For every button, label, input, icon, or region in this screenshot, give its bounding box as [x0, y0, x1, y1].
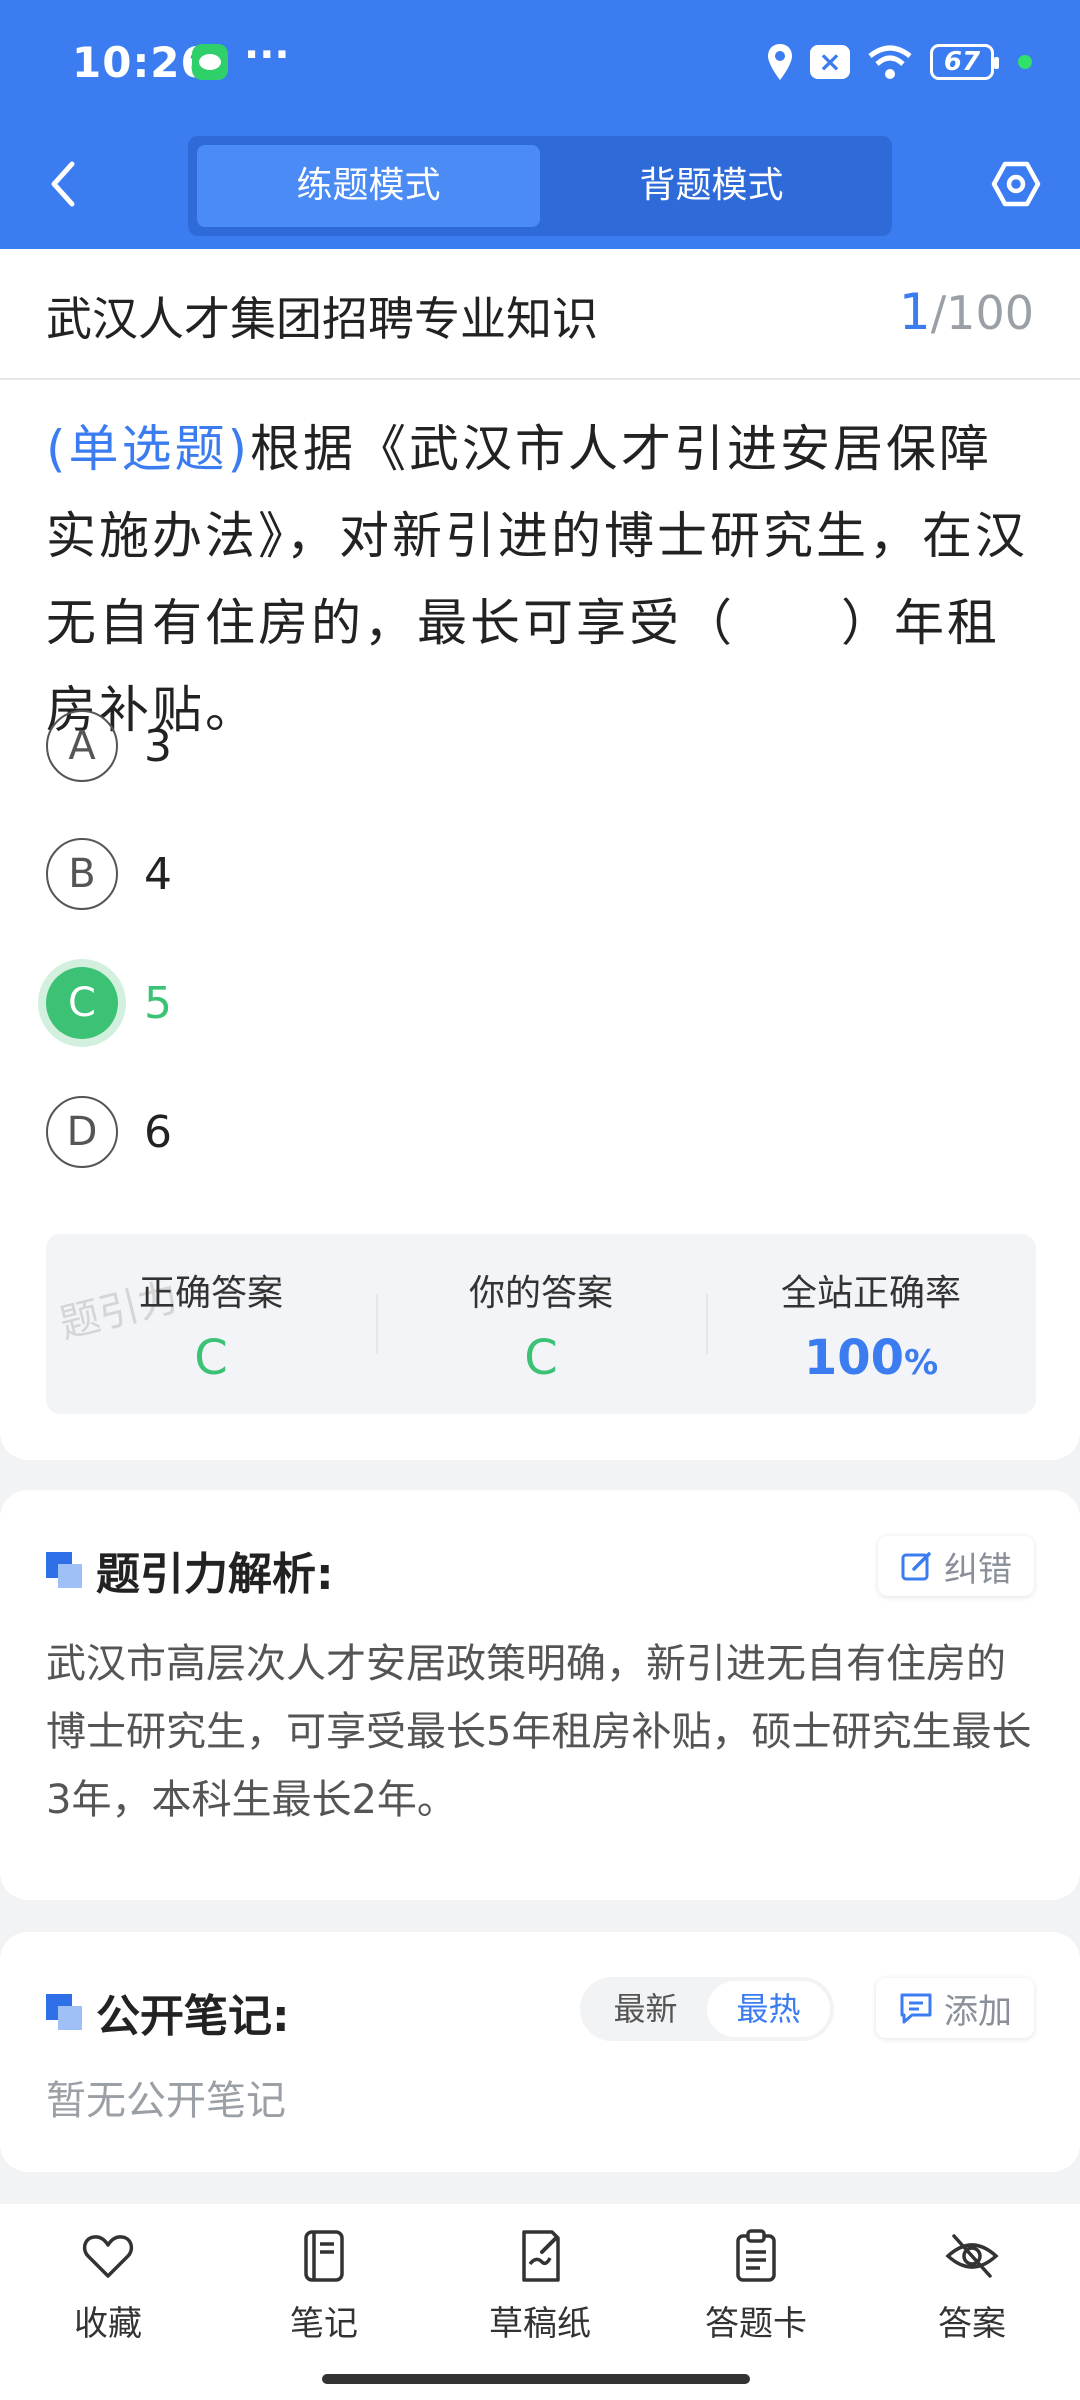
add-note-button[interactable]: 添加	[876, 1978, 1034, 2038]
notification-x-icon: ×	[810, 45, 850, 79]
accuracy-rate-number: 100	[803, 1330, 905, 1386]
option-letter: C	[46, 967, 118, 1039]
your-answer-col: 你的答案 C	[376, 1234, 706, 1414]
subject-title: 武汉人才集团招聘专业知识	[46, 292, 598, 346]
tab-favorite[interactable]: 收藏	[0, 2204, 216, 2400]
wifi-icon	[868, 45, 912, 79]
tab-notes[interactable]: 笔记	[216, 2204, 432, 2400]
option-text: 6	[144, 1106, 172, 1158]
back-arrow-icon[interactable]	[44, 158, 84, 210]
notebook-icon	[304, 2230, 344, 2282]
status-bar: 10:26 ··· × 67	[0, 0, 1080, 124]
tab-label: 答题卡	[705, 2304, 807, 2344]
tab-recite-mode[interactable]: 背题模式	[540, 145, 883, 227]
notes-header: 公开笔记:	[46, 1980, 290, 2044]
question-stem: (单选题)根据《武汉市人才引进安居保障实施办法》，对新引进的博士研究生，在汉无自…	[46, 406, 1036, 754]
answer-summary: 题引力 正确答案 C 你的答案 C 全站正确率 100%	[46, 1234, 1036, 1414]
home-indicator[interactable]	[322, 2374, 750, 2384]
tab-answer-sheet[interactable]: 答题卡	[648, 2204, 864, 2400]
draft-icon	[522, 2230, 560, 2282]
comment-icon	[900, 1993, 932, 2024]
report-error-button[interactable]: 纠错	[878, 1536, 1034, 1596]
your-answer-value: C	[524, 1330, 558, 1386]
option-letter: B	[46, 838, 118, 910]
status-icons: × 67	[766, 40, 1032, 84]
add-note-label: 添加	[944, 1991, 1012, 2032]
report-error-label: 纠错	[944, 1549, 1012, 1590]
option-text: 5	[144, 977, 172, 1029]
option-letter: A	[46, 710, 118, 782]
more-notifications-icon: ···	[244, 32, 290, 78]
settings-hexagon-icon[interactable]	[990, 158, 1042, 210]
app-header: 10:26 ··· × 67 练题模式 背题模式	[0, 0, 1080, 249]
analysis-card: 题引力解析: 纠错 武汉市高层次人才安居政策明确，新引进无自有住房的博士研究生，…	[0, 1490, 1080, 1900]
section-squares-icon	[46, 1552, 82, 1588]
accuracy-rate-col: 全站正确率 100%	[706, 1234, 1036, 1414]
question-card: (单选题)根据《武汉市人才引进安居保障实施办法》，对新引进的博士研究生，在汉无自…	[0, 380, 1080, 1460]
tab-label: 笔记	[290, 2304, 358, 2344]
sort-hottest[interactable]: 最热	[707, 1981, 830, 2037]
eye-off-icon	[945, 2234, 999, 2278]
your-answer-label: 你的答案	[468, 1273, 613, 1314]
bottom-toolbar: 收藏 笔记 草稿纸 答题卡 答案	[0, 2204, 1080, 2400]
tab-practice-mode[interactable]: 练题模式	[197, 145, 540, 227]
empty-notes-text: 暂无公开笔记	[46, 2078, 286, 2124]
option-d[interactable]: D 6	[46, 1096, 172, 1168]
question-type: (单选题)	[46, 420, 251, 478]
total-questions: /100	[930, 286, 1034, 340]
edit-icon	[901, 1552, 931, 1581]
tab-label: 草稿纸	[489, 2304, 591, 2344]
option-b[interactable]: B 4	[46, 838, 172, 910]
accuracy-rate-label: 全站正确率	[780, 1273, 961, 1314]
notes-title: 公开笔记:	[96, 1991, 290, 2042]
privacy-indicator-dot	[1018, 55, 1032, 69]
sort-latest[interactable]: 最新	[584, 1981, 707, 2037]
accuracy-rate-value: 100%	[706, 1330, 1036, 1386]
tab-label: 收藏	[74, 2304, 142, 2344]
mode-switcher: 练题模式 背题模式	[188, 136, 892, 236]
status-time: 10:26	[72, 38, 211, 87]
analysis-header: 题引力解析:	[46, 1538, 334, 1602]
public-notes-card: 公开笔记: 最新 最热 添加 暂无公开笔记	[0, 1932, 1080, 2172]
analysis-title: 题引力解析:	[96, 1549, 334, 1600]
option-c[interactable]: C 5	[46, 967, 172, 1039]
wechat-icon	[192, 44, 228, 80]
heart-icon	[82, 2235, 134, 2278]
correct-answer-label: 正确答案	[138, 1273, 283, 1314]
question-counter: 1/100	[899, 283, 1034, 341]
tab-draft[interactable]: 草稿纸	[432, 2204, 648, 2400]
accuracy-rate-unit: %	[904, 1343, 939, 1383]
tab-label: 答案	[938, 2304, 1006, 2344]
option-letter: D	[46, 1096, 118, 1168]
tab-answer[interactable]: 答案	[864, 2204, 1080, 2400]
correct-answer-col: 正确答案 C	[46, 1234, 376, 1414]
location-icon	[768, 44, 792, 80]
option-text: 3	[144, 720, 172, 772]
option-a[interactable]: A 3	[46, 710, 172, 782]
analysis-text: 武汉市高层次人才安居政策明确，新引进无自有住房的博士研究生，可享受最长5年租房补…	[46, 1641, 1032, 1823]
section-squares-icon	[46, 1994, 82, 2030]
question-title-bar: 武汉人才集团招聘专业知识 1/100	[0, 249, 1080, 380]
correct-answer-value: C	[194, 1330, 228, 1386]
notes-sort-toggle: 最新 最热	[580, 1977, 834, 2041]
clipboard-icon	[736, 2229, 776, 2282]
battery-icon: 67	[930, 44, 999, 80]
current-question-number: 1	[898, 283, 931, 341]
option-text: 4	[144, 848, 172, 900]
